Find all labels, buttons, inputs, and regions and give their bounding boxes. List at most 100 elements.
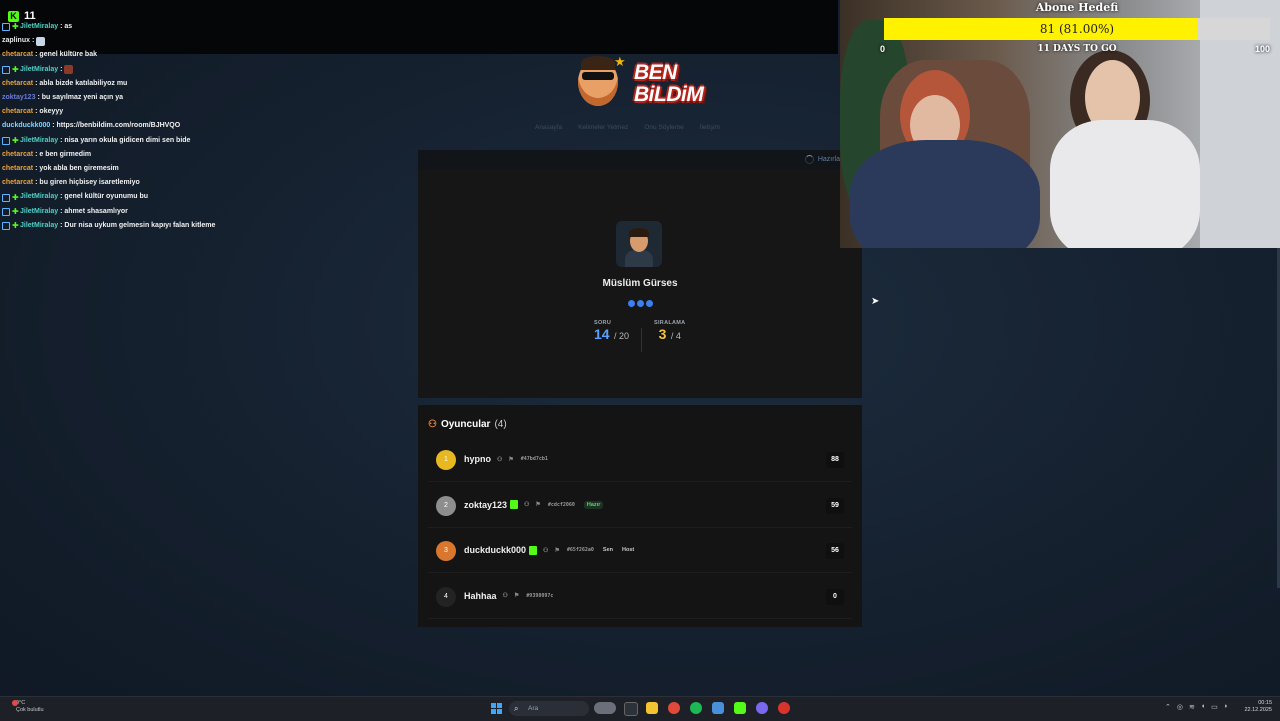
store-icon[interactable]: [712, 702, 724, 714]
chat-text: : okeyyy: [35, 108, 64, 116]
chevron-up-icon[interactable]: ⌃: [1165, 703, 1171, 711]
status-indicator: Hazırla: [804, 155, 840, 164]
chat-message: ✚ JiletMiralay: ahmet shasamlıyor: [2, 205, 402, 219]
chat-username[interactable]: duckduckk000: [2, 119, 50, 133]
rank-badge: 3: [436, 541, 456, 561]
rank-badge: 4: [436, 586, 456, 607]
chat-username[interactable]: chetarcat: [2, 105, 33, 119]
volume-icon[interactable]: ◖: [1201, 703, 1205, 711]
moderator-badge-icon: ✚: [12, 206, 19, 216]
chat-username[interactable]: chetarcat: [2, 48, 33, 62]
chat-username[interactable]: chetarcat: [2, 162, 33, 176]
moderator-badge-icon: ✚: [12, 192, 19, 202]
chat-username[interactable]: JiletMiralay: [20, 190, 58, 204]
widgets-app-icon[interactable]: [594, 702, 616, 714]
taskbar-search[interactable]: ⌕ Ara: [509, 701, 589, 716]
chat-text: : yok abla ben giremesim: [35, 165, 119, 173]
player-name-group: duckduckk000 ⚇ ⚑ #65f262a0 Sen Host: [464, 545, 634, 555]
player-row[interactable]: 4 Hahhaa ⚇ ⚑ #9398097c 0: [428, 578, 852, 619]
user-icon: ⚇: [502, 593, 508, 599]
status-strip: Hazırla: [418, 150, 840, 170]
browser-icon[interactable]: [668, 702, 680, 714]
system-tray[interactable]: ⌃ ◎ ≋ ◖ ▭ ◗: [1165, 703, 1228, 711]
chat-text: : Dur nisa uykum gelmesin kapıyı falan k…: [60, 221, 216, 229]
search-icon: ⌕: [514, 704, 519, 713]
divider: [641, 328, 642, 352]
loading-dots-icon: [628, 300, 653, 307]
rank-stat: SIRALAMA 3 / 4: [654, 320, 686, 342]
chat-username[interactable]: chetarcat: [2, 77, 33, 91]
moderator-badge-icon: ✚: [12, 22, 19, 32]
spotify-icon[interactable]: [690, 702, 702, 714]
site-logo[interactable]: ★ BEN BiLDiM: [578, 54, 704, 114]
chat-message: ✚ JiletMiralay: genel kültür oyunumu bu: [2, 190, 402, 204]
chat-message: zaplinux:: [2, 34, 402, 48]
nav-link[interactable]: İletişim: [700, 124, 720, 131]
chat-username[interactable]: JiletMiralay: [20, 205, 58, 219]
chat-username[interactable]: JiletMiralay: [20, 20, 58, 34]
speaker-icon[interactable]: ◗: [1224, 703, 1228, 711]
subscriber-badge-icon: [2, 221, 10, 230]
question-stat: SORU 14 / 20: [594, 320, 630, 342]
users-icon: ⚇: [428, 419, 437, 430]
obs-icon[interactable]: [778, 702, 790, 714]
player-row[interactable]: 2 zoktay123 ⚇ ⚑ #cdcf2060 Hazır 59: [428, 487, 852, 528]
nav-link[interactable]: Anasayfa: [535, 124, 562, 131]
weather-widget[interactable]: 9°C Çok bulutlu: [12, 700, 44, 714]
chat-username[interactable]: zoktay123: [2, 91, 35, 105]
rank-badge: 2: [436, 495, 456, 516]
logo-mascot-icon: [578, 56, 618, 106]
logo-text: BEN BiLDiM: [634, 61, 704, 106]
sub-goal-days: 11 DAYS TO GO: [1037, 44, 1117, 54]
chat-message: chetarcat: okeyyy: [2, 105, 402, 119]
player-id: #65f262a0: [566, 547, 594, 553]
subscriber-badge-icon: [2, 207, 10, 216]
chat-username[interactable]: JiletMiralay: [20, 63, 58, 77]
chat-message: chetarcat: genel kültüre bak: [2, 48, 402, 62]
players-count: (4): [494, 419, 507, 430]
user-icon: ⚇: [543, 547, 549, 554]
kick-verified-icon: [510, 500, 519, 509]
player-row[interactable]: 3 duckduckk000 ⚇ ⚑ #65f262a0 Sen Host 56: [428, 532, 852, 573]
kick-app-icon[interactable]: [734, 702, 746, 714]
task-view-icon[interactable]: [624, 702, 638, 716]
network-icon[interactable]: ◎: [1177, 703, 1183, 711]
player-name-group: Hahhaa ⚇ ⚑ #9398097c: [464, 591, 553, 601]
file-explorer-icon[interactable]: [646, 702, 658, 714]
chat-username[interactable]: zaplinux: [2, 34, 30, 48]
player-row[interactable]: 1 hypno ⚇ ⚑ #47bd7cb1 88: [428, 441, 852, 482]
nav-link[interactable]: Kelimeler Yetmez: [578, 124, 628, 131]
chat-username[interactable]: chetarcat: [2, 176, 33, 190]
battery-icon[interactable]: ▭: [1211, 703, 1218, 711]
discord-icon[interactable]: [756, 702, 768, 714]
chat-username[interactable]: chetarcat: [2, 148, 33, 162]
start-button[interactable]: [491, 703, 502, 714]
chat-message: duckduckk000: https://benbildim.com/room…: [2, 119, 402, 133]
wifi-icon[interactable]: ≋: [1189, 703, 1195, 711]
players-title: ⚇ Oyuncular (4): [428, 419, 507, 430]
rank-current: 3: [658, 326, 667, 342]
player-id: #9398097c: [526, 592, 554, 599]
role-badge: Sen: [602, 547, 614, 553]
kick-verified-icon: [529, 545, 538, 555]
player-row-name: duckduckk000: [464, 545, 527, 555]
ready-badge: Hazır: [583, 500, 604, 509]
chat-username[interactable]: JiletMiralay: [20, 219, 58, 233]
chat-text: : genel kültür oyunumu bu: [60, 193, 149, 201]
weather-icon: [12, 700, 18, 706]
sub-goal-text: 81 (81.00%): [1039, 22, 1115, 36]
chat-username[interactable]: JiletMiralay: [20, 134, 58, 148]
subscriber-badge-icon: [2, 65, 10, 74]
chat-message: chetarcat: yok abla ben giremesim: [2, 162, 402, 176]
player-score: 56: [826, 543, 844, 559]
nav-link[interactable]: Onu Söyleme: [644, 124, 683, 131]
spinner-icon: [804, 155, 814, 164]
moderator-badge-icon: ✚: [12, 220, 19, 230]
player-row-name: Hahhaa: [464, 590, 497, 601]
chat-text: : as: [60, 23, 73, 30]
taskbar: 9°C Çok bulutlu ⌕ Ara ⌃ ◎ ≋ ◖ ▭ ◗ 00:15 …: [0, 696, 1280, 721]
chat-message: ✚ JiletMiralay: Dur nisa uykum gelmesin k…: [2, 219, 402, 233]
chat-message: zoktay123: bu sayılmaz yeni açın ya: [2, 91, 402, 105]
question-total: / 20: [614, 331, 630, 341]
clock[interactable]: 00:15 22.12.2025: [1238, 700, 1272, 714]
